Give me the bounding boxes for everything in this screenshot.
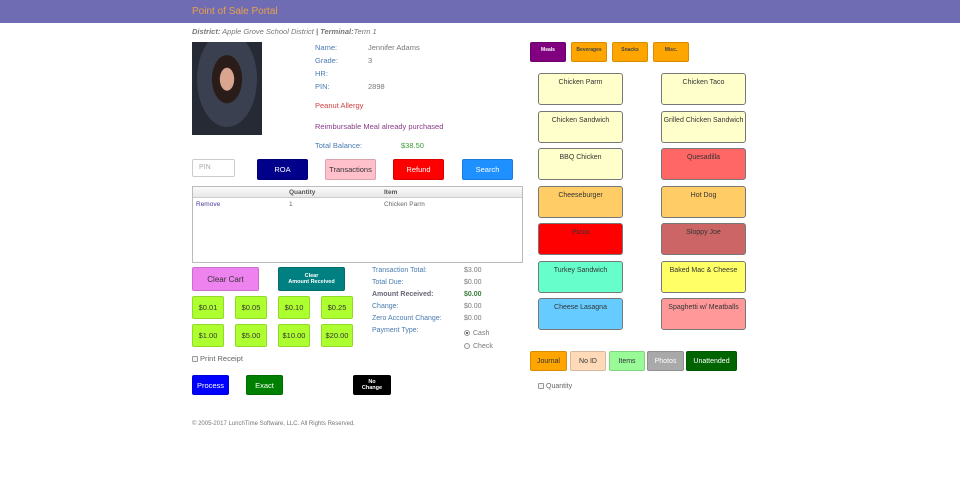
category-tab-meals[interactable]: Meals	[530, 42, 566, 62]
radio-icon[interactable]	[464, 343, 470, 350]
no-change-button[interactable]: No Change	[353, 375, 391, 395]
no-change-line2: Change	[361, 385, 383, 391]
category-tab-snacks[interactable]: Snacks	[612, 42, 648, 62]
checkbox-icon[interactable]	[192, 356, 198, 363]
radio-selected-icon[interactable]	[464, 330, 470, 337]
refund-button[interactable]: Refund	[393, 159, 444, 180]
checkbox-icon[interactable]	[538, 383, 544, 390]
menu-item-button[interactable]: Chicken Parm	[538, 73, 623, 105]
menu-item-button[interactable]: Spaghetti w/ Meatballs	[661, 298, 746, 330]
cash-label: Cash	[473, 330, 490, 337]
cash-radio[interactable]: Cash	[464, 330, 489, 337]
mode-button-no-id[interactable]: No ID	[570, 351, 606, 371]
exact-button[interactable]: Exact	[246, 375, 283, 395]
denomination-button[interactable]: $1.00	[192, 324, 224, 347]
transactions-button[interactable]: Transactions	[325, 159, 376, 180]
clear-cart-button[interactable]: Clear Cart	[192, 267, 259, 291]
mode-button-unattended[interactable]: Unattended	[686, 351, 737, 371]
quantity-label: Quantity	[546, 383, 573, 390]
row-item: Chicken Parm	[384, 201, 425, 208]
pin-value: 2898	[368, 82, 385, 91]
transaction-total-value: $3.00	[464, 267, 482, 274]
pin-input[interactable]: PIN	[192, 159, 235, 177]
mode-button-photos[interactable]: Photos	[647, 351, 684, 371]
district-value: Apple Grove School District	[222, 27, 314, 36]
allergy-alert: Peanut Allergy	[315, 101, 364, 110]
menu-item-button[interactable]: Pizza	[538, 223, 623, 255]
menu-item-button[interactable]: Chicken Sandwich	[538, 110, 623, 143]
denomination-button[interactable]: $10.00	[278, 324, 310, 347]
remove-link[interactable]: Remove	[196, 201, 220, 208]
name-label: Name:	[315, 43, 338, 52]
quantity-checkbox[interactable]: Quantity	[538, 383, 572, 390]
roa-button[interactable]: ROA	[257, 159, 308, 180]
clear-amount-received-button[interactable]: Clear Amount Received	[278, 267, 345, 291]
check-label: Check	[473, 343, 493, 350]
zero-change-label: Zero Account Change:	[372, 315, 442, 322]
app-title: Point of Sale Portal	[192, 6, 278, 17]
terminal-value: Term 1	[353, 27, 377, 36]
context-bar: District: Apple Grove School District | …	[192, 27, 377, 36]
denomination-button[interactable]: $0.25	[321, 296, 353, 319]
clear-received-line2: Amount Received	[288, 279, 335, 285]
row-quantity: 1	[289, 201, 293, 208]
category-tab-beverages[interactable]: Beverages	[571, 42, 607, 62]
balance-label: Total Balance:	[315, 141, 363, 150]
mode-button-journal[interactable]: Journal	[530, 351, 567, 371]
menu-item-button[interactable]: Cheeseburger	[538, 185, 623, 218]
search-button[interactable]: Search	[462, 159, 513, 180]
total-due-label: Total Due:	[372, 279, 404, 286]
menu-item-button[interactable]: Chicken Taco	[661, 73, 746, 105]
transaction-total-label: Transaction Total:	[372, 267, 427, 274]
menu-item-button[interactable]: Grilled Chicken Sandwich	[661, 110, 746, 143]
denomination-button[interactable]: $0.10	[278, 296, 310, 319]
check-radio[interactable]: Check	[464, 343, 493, 350]
amount-received-value: $0.00	[464, 291, 482, 298]
pin-label: PIN:	[315, 82, 330, 91]
menu-item-button[interactable]: Quesadilla	[661, 148, 746, 180]
amount-received-label: Amount Received:	[372, 291, 434, 298]
balance-value: $38.50	[401, 141, 424, 150]
menu-item-button[interactable]: Sloppy Joe	[661, 223, 746, 255]
print-receipt-checkbox[interactable]: Print Receipt	[192, 354, 243, 363]
payment-type-label: Payment Type:	[372, 327, 419, 334]
cart-header: Quantity Item	[193, 187, 522, 198]
denomination-button[interactable]: $0.01	[192, 296, 224, 319]
denomination-button[interactable]: $20.00	[321, 324, 353, 347]
hr-label: HR:	[315, 69, 328, 78]
menu-item-button[interactable]: Turkey Sandwich	[538, 260, 623, 293]
col-quantity: Quantity	[289, 189, 316, 196]
name-value: Jennifer Adams	[368, 43, 420, 52]
total-due-value: $0.00	[464, 279, 482, 286]
district-label: District:	[192, 27, 221, 36]
menu-item-button[interactable]: BBQ Chicken	[538, 148, 623, 180]
student-photo	[192, 42, 262, 135]
mode-button-items[interactable]: Items	[609, 351, 645, 371]
menu-item-button[interactable]: Baked Mac & Cheese	[661, 260, 746, 293]
print-receipt-label: Print Receipt	[200, 354, 243, 363]
change-label: Change:	[372, 303, 399, 310]
menu-item-button[interactable]: Cheese Lasagna	[538, 298, 623, 330]
grade-label: Grade:	[315, 56, 338, 65]
denomination-button[interactable]: $0.05	[235, 296, 267, 319]
grade-value: 3	[368, 56, 373, 65]
process-button[interactable]: Process	[192, 375, 229, 395]
category-tab-misc[interactable]: Misc.	[653, 42, 689, 62]
footer-copyright: © 2005-2017 LunchTime Software, LLC. All…	[192, 421, 355, 427]
cart-table: Quantity Item Remove 1 Chicken Parm	[192, 186, 523, 263]
zero-change-value: $0.00	[464, 315, 482, 322]
menu-item-button[interactable]: Hot Dog	[661, 185, 746, 218]
col-item: Item	[384, 189, 398, 196]
denomination-button[interactable]: $5.00	[235, 324, 267, 347]
terminal-label: Terminal:	[320, 27, 354, 36]
table-row: Remove 1 Chicken Parm	[193, 198, 522, 210]
change-value: $0.00	[464, 303, 482, 310]
app-header: Point of Sale Portal	[0, 0, 960, 23]
meal-notice: Reimbursable Meal already purchased	[315, 122, 444, 131]
